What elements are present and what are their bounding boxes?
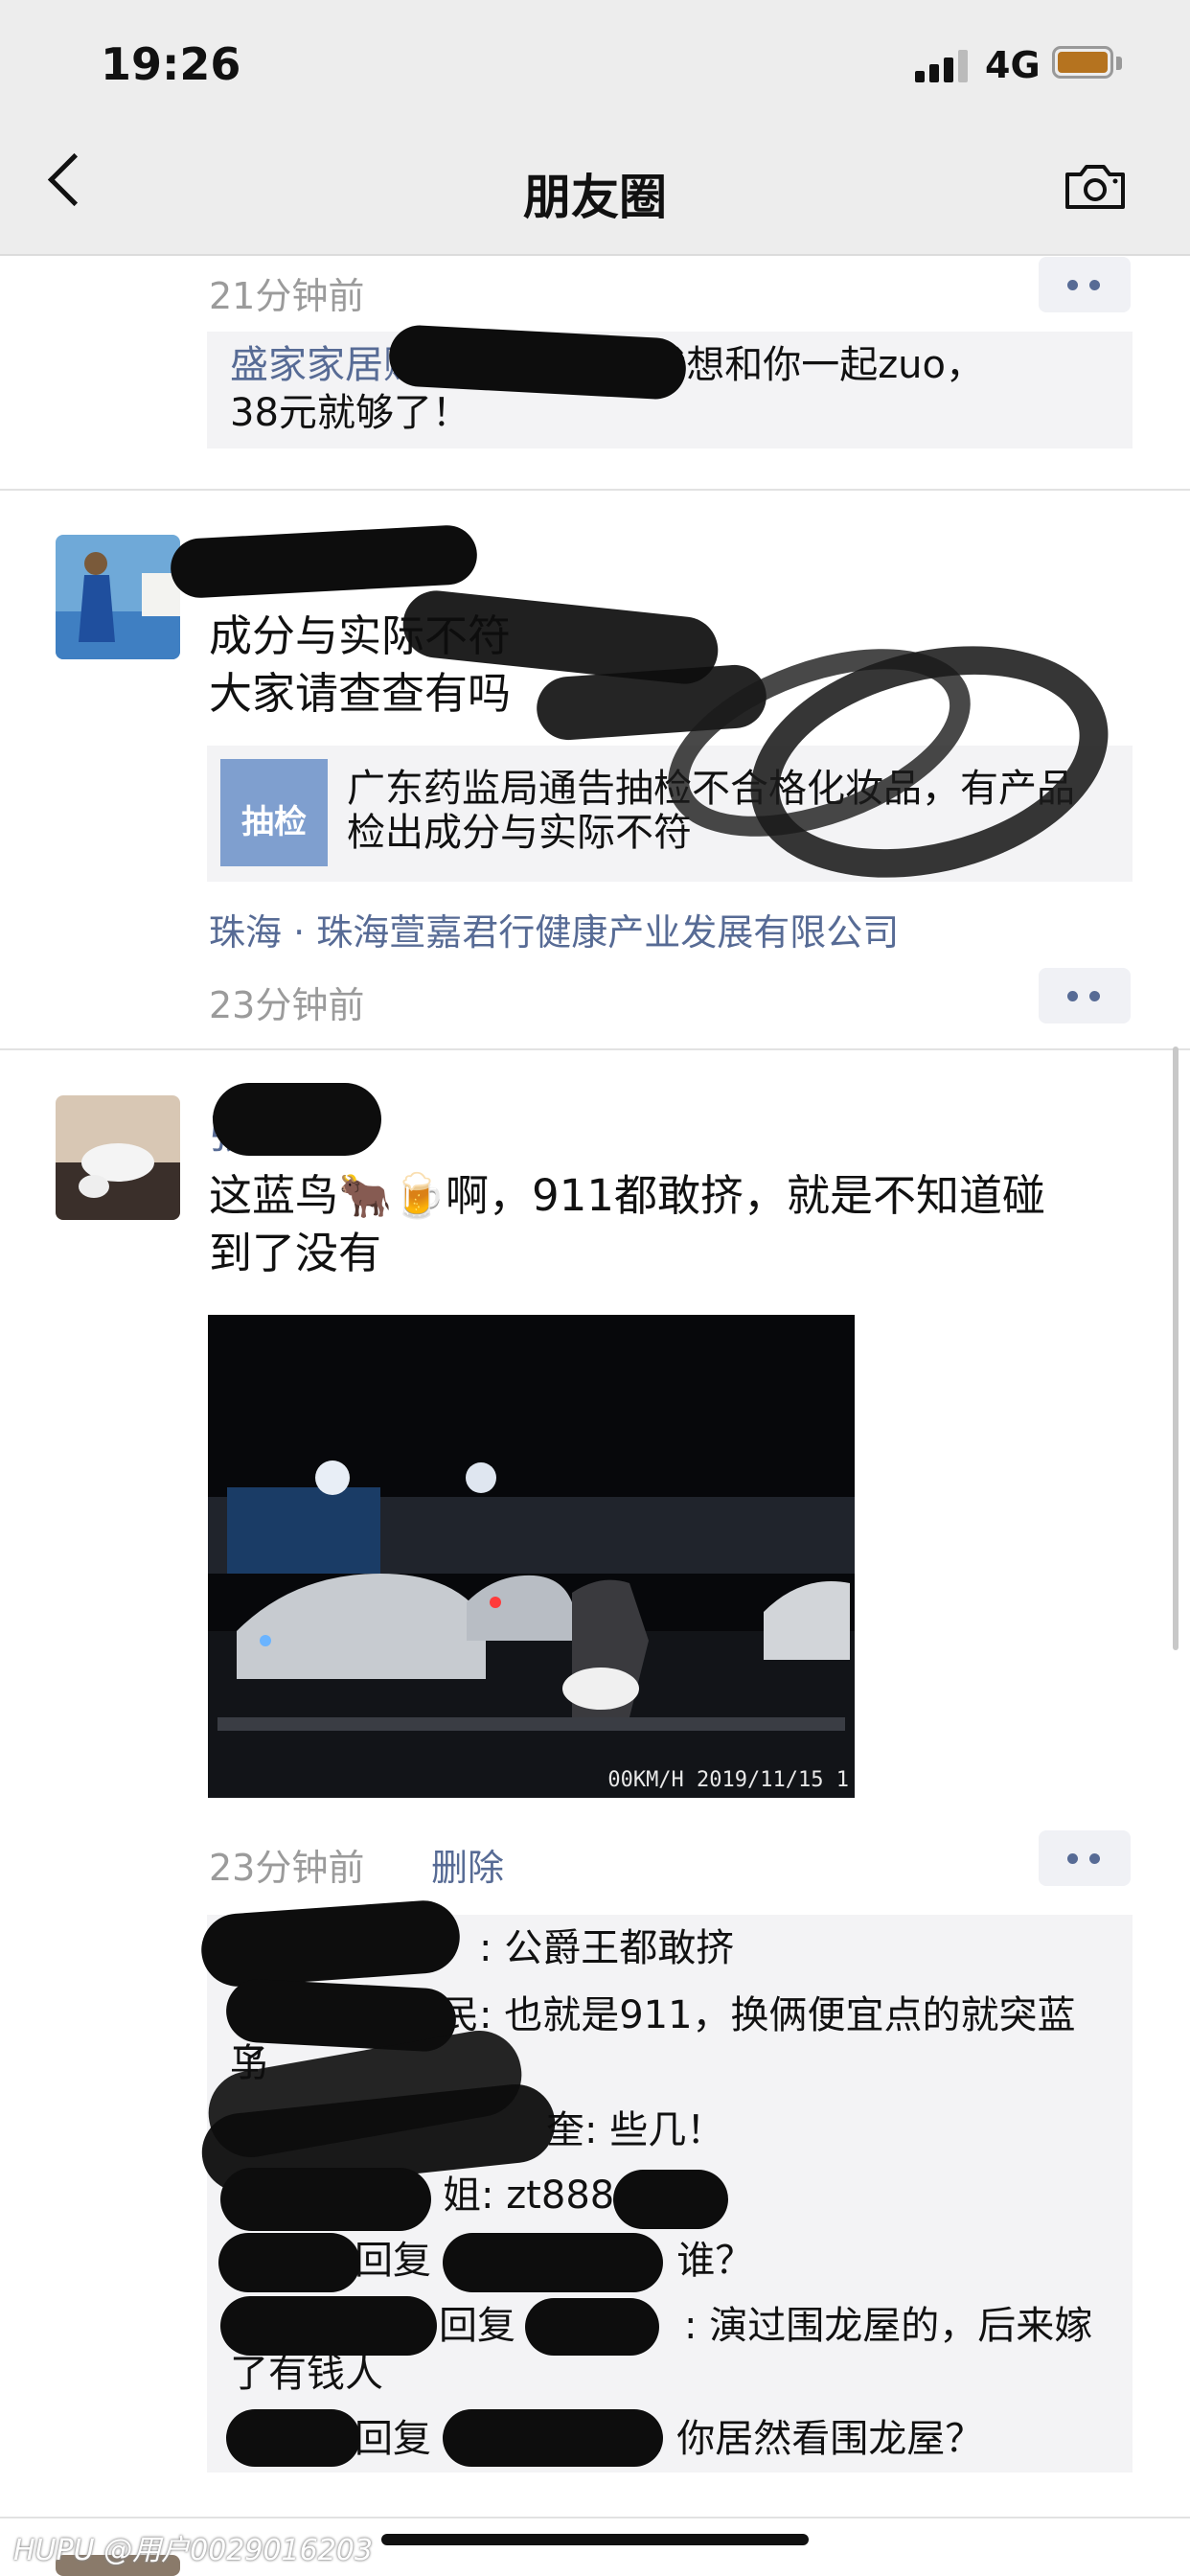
comment-reply-label: 回复 — [355, 2417, 431, 2461]
network-label: 4G — [985, 44, 1041, 86]
scribble-redaction — [226, 2409, 360, 2467]
scribble-redaction — [218, 2233, 360, 2292]
comment-text: : 你居然看围龙屋？ — [652, 2417, 984, 2461]
comment-text: : 公爵王都敢挤 — [479, 1926, 735, 1970]
post-time: 21分钟前 — [209, 275, 365, 317]
avatar[interactable] — [56, 535, 180, 659]
post-time: 23分钟前 — [209, 984, 365, 1026]
link-thumbnail: 抽检 — [220, 759, 328, 866]
comment-text-line2: 38元就够了！ — [230, 391, 470, 435]
divider — [0, 1048, 1190, 1050]
battery-tip — [1116, 57, 1122, 70]
location-link[interactable]: 珠海 · 珠海萱嘉君行健康产业发展有限公司 — [209, 903, 899, 955]
home-indicator[interactable] — [381, 2534, 809, 2545]
avatar[interactable] — [56, 1095, 180, 1220]
more-options-button[interactable] — [1039, 968, 1131, 1024]
scribble-redaction — [220, 2296, 437, 2356]
scribble-redaction — [443, 2233, 663, 2292]
scribble-redaction — [220, 2168, 431, 2231]
scribble-redaction — [525, 2298, 659, 2356]
post-text-line2: 到了没有 — [209, 1228, 382, 1278]
scribble-redaction — [213, 1083, 381, 1156]
link-title-line2: 检出成分与实际不符 — [347, 811, 692, 855]
scribble-redaction — [613, 2170, 728, 2229]
post-text-line1: 这蓝鸟🐂🍺啊，911都敢挤，就是不知道碰 — [209, 1170, 1045, 1221]
comment-box: 盛家家居账总: 我想和你一起zuo， 38元就够了！ — [207, 323, 1133, 448]
scribble-redaction — [443, 2409, 663, 2467]
scrollbar[interactable] — [1173, 1046, 1179, 1650]
photo-timestamp: 00KM/H 2019/11/15 1 — [607, 1768, 849, 1792]
comment-reply-label: 回复 — [439, 2304, 515, 2348]
comment-item[interactable]: 回复 : 谁？ — [230, 2237, 1110, 2285]
page-title: 朋友圈 — [523, 170, 667, 225]
divider — [0, 2517, 1190, 2518]
link-thumb-label: 抽检 — [241, 803, 307, 841]
post-text-line2: 大家请查查有吗 — [209, 668, 512, 719]
more-options-button[interactable] — [1039, 257, 1131, 312]
battery-icon — [1052, 46, 1113, 79]
post-time: 23分钟前 — [209, 1847, 365, 1889]
post-photo[interactable]: 00KM/H 2019/11/15 1 — [208, 1315, 855, 1798]
more-options-button[interactable] — [1039, 1830, 1131, 1886]
delete-link[interactable]: 删除 — [431, 1838, 504, 1891]
divider — [0, 489, 1190, 491]
comment-text-cont: 了有钱人 — [230, 2352, 383, 2396]
signal-icon — [915, 50, 969, 82]
comment-text: : 演过围龙屋的，后来嫁 — [684, 2304, 1093, 2348]
status-time: 19:26 — [101, 38, 241, 90]
watermark: HUPU @用户0029016203 — [13, 2534, 373, 2567]
scribble-redaction — [169, 523, 479, 600]
comment-item[interactable]: 回复 : 你居然看围龙屋？ — [230, 2415, 1110, 2463]
comment-text: 奎: 些几！ — [546, 2108, 725, 2152]
comment-text: : 谁？ — [652, 2239, 754, 2283]
camera-icon[interactable] — [1064, 163, 1127, 211]
comment-reply-label: 回复 — [355, 2239, 431, 2283]
